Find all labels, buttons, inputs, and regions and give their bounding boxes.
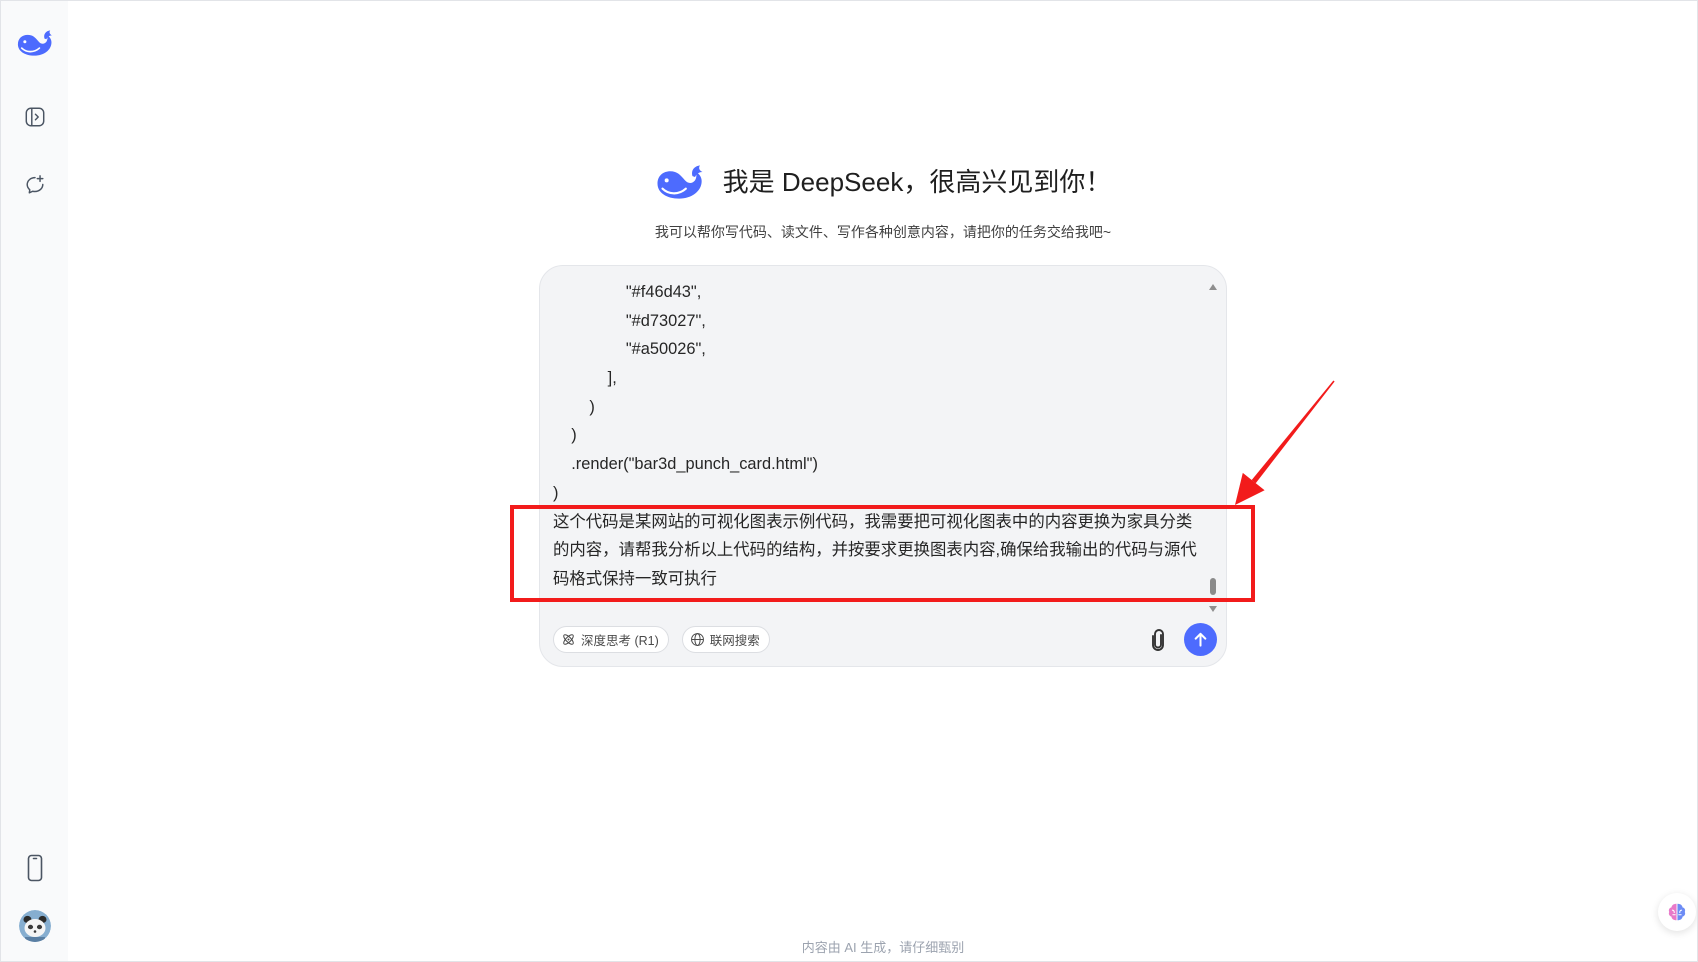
atom-icon <box>561 632 576 647</box>
input-text-line: "#d73027", <box>553 311 706 330</box>
input-scrollbar[interactable] <box>1207 280 1219 618</box>
chat-composer: "#f46d43", "#d73027", "#a50026", ], ) ) … <box>539 265 1227 667</box>
welcome-subtitle: 我可以帮你写代码、读文件、写作各种创意内容，请把你的任务交给我吧~ <box>654 224 1112 240</box>
input-text-line: 码格式保持一致可执行 <box>553 569 717 588</box>
sidebar-toggle-icon[interactable] <box>24 106 46 128</box>
annotation-arrow <box>1235 380 1335 505</box>
paperclip-icon[interactable] <box>1146 627 1170 653</box>
deep-think-button[interactable]: 深度思考 (R1) <box>553 626 669 653</box>
deepseek-logo-icon[interactable] <box>16 29 54 57</box>
scroll-up-arrow-icon[interactable] <box>1209 284 1217 290</box>
input-text-line: ) <box>553 426 577 445</box>
input-text-line: 这个代码是某网站的可视化图表示例代码，我需要把可视化图表中的内容更换为家具分类 <box>553 512 1193 531</box>
message-input[interactable]: "#f46d43", "#d73027", "#a50026", ], ) ) … <box>553 278 1205 594</box>
new-chat-icon[interactable] <box>24 174 46 196</box>
web-search-button[interactable]: 联网搜索 <box>681 626 770 653</box>
input-text-line: ) <box>553 483 559 502</box>
input-text-line: .render("bar3d_punch_card.html") <box>553 455 818 474</box>
composer-toolbar: 深度思考 (R1) 联网搜索 <box>553 626 770 653</box>
sidebar <box>0 0 68 962</box>
input-text-line: ) <box>553 397 595 416</box>
scroll-down-arrow-icon[interactable] <box>1209 606 1217 612</box>
web-search-label: 联网搜索 <box>709 634 760 648</box>
scrollbar-thumb[interactable] <box>1210 578 1216 595</box>
globe-icon <box>690 632 705 647</box>
input-text-line: 的内容，请帮我分析以上代码的结构，并按要求更换图表内容,确保给我输出的代码与源代 <box>553 541 1197 560</box>
user-avatar[interactable] <box>19 910 51 942</box>
deep-think-label: 深度思考 (R1) <box>581 634 659 648</box>
welcome-header: 我是 DeepSeek，很高兴见到你！ <box>68 159 1698 205</box>
ai-disclaimer: 内容由 AI 生成，请仔细甄别 <box>801 940 965 955</box>
arrow-up-icon <box>1194 632 1207 647</box>
brain-icon <box>1668 903 1686 921</box>
input-text-line: "#a50026", <box>553 340 706 359</box>
input-text-line: "#f46d43", <box>553 283 702 301</box>
welcome-title: 我是 DeepSeek，很高兴见到你！ <box>722 167 1112 197</box>
input-text-line: ], <box>553 369 617 388</box>
deepseek-logo-icon <box>655 163 705 201</box>
send-button[interactable] <box>1184 623 1217 656</box>
floating-assistant-button[interactable] <box>1658 893 1696 931</box>
mobile-phone-icon[interactable] <box>27 854 43 882</box>
